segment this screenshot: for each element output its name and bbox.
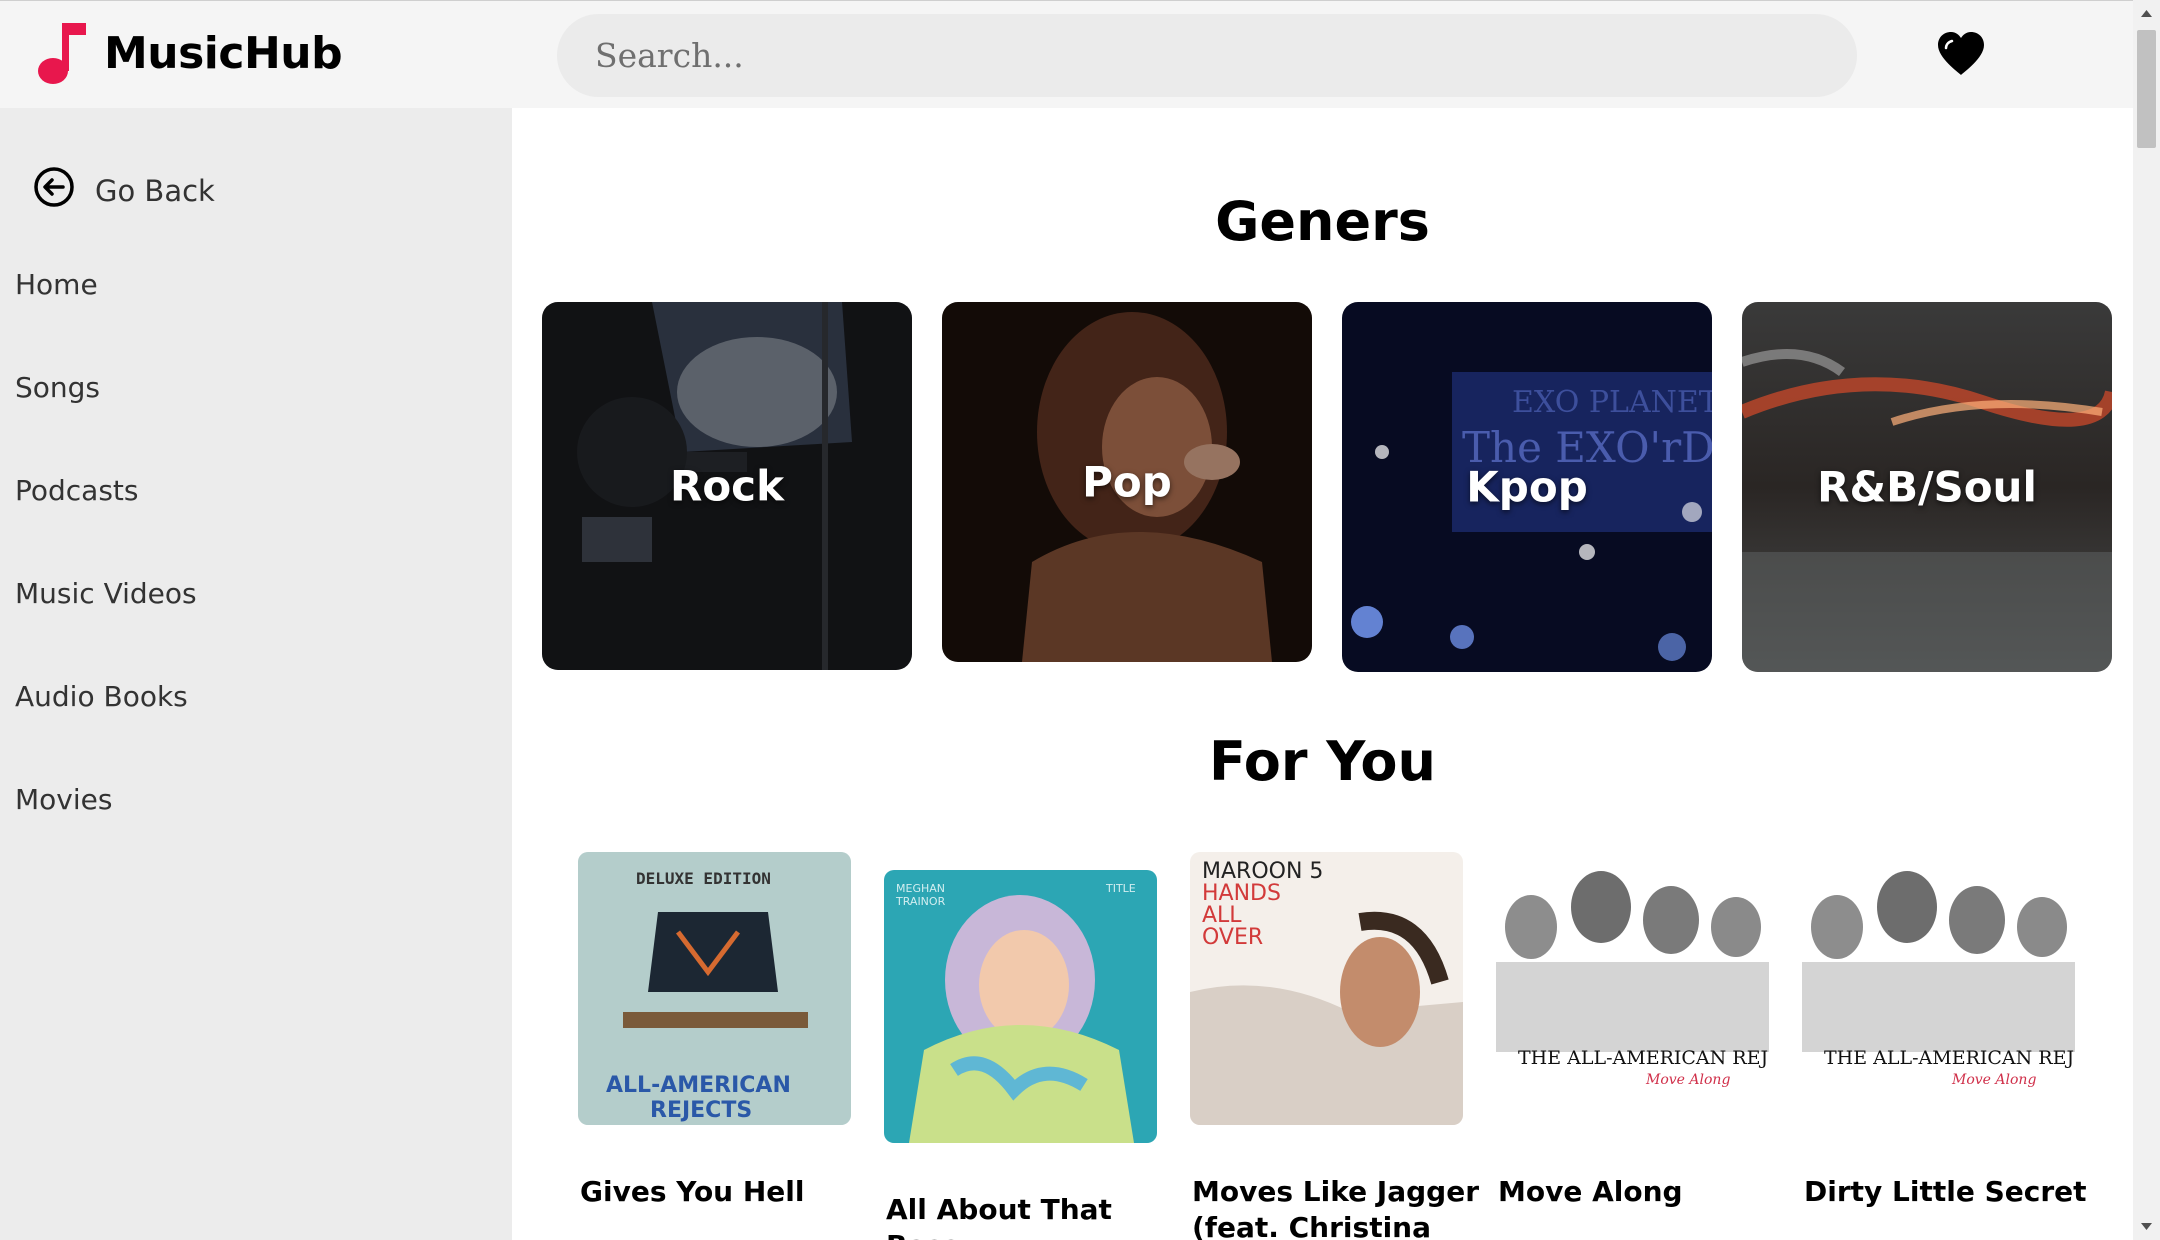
cover-artist-text: MEGHAN [896,882,945,895]
song-card[interactable]: DELUXE EDITION ALL-AMERICAN REJECTS Give… [578,852,853,1240]
album-cover: MEGHAN TRAINOR TITLE [884,870,1157,1143]
sidebar-item-movies[interactable]: Movies [15,783,112,816]
genre-card-kpop[interactable]: EXO PLANET The EXO'rDIUM Kpop [1342,302,1712,672]
go-back-button[interactable]: Go Back [33,166,215,208]
song-card[interactable]: MEGHAN TRAINOR TITLE All About That Bass [884,870,1159,1240]
scroll-down-arrow-icon[interactable] [2133,1213,2160,1240]
app-name: MusicHub [104,27,343,79]
go-back-label: Go Back [95,174,215,208]
search-input[interactable] [557,14,1857,97]
song-title: Move Along [1498,1175,1683,1208]
cover-album-text: TITLE [1105,882,1136,895]
genres-heading: Geners [1215,190,1430,253]
genre-card-rnb-soul[interactable]: R&B/Soul [1742,302,2112,672]
svg-text:EXO PLANET: EXO PLANET [1512,385,1712,420]
cover-band-text-2: REJECTS [650,1098,752,1123]
song-card[interactable]: THE ALL-AMERICAN REJECTS Move Along Dirt… [1802,852,2087,1240]
music-note-icon [38,23,86,84]
arrow-left-circle-icon [34,167,74,207]
app-logo[interactable]: MusicHub [34,19,343,87]
cover-title-text: Move Along [1645,1072,1730,1088]
sidebar-item-audio-books[interactable]: Audio Books [15,680,188,713]
cover-title-text: Move Along [1951,1072,2036,1088]
genre-card-pop[interactable]: Pop [942,302,1312,662]
top-bar: MusicHub [0,0,2133,108]
song-card[interactable]: MAROON 5 HANDS ALL OVER Moves Like Jagge… [1190,852,1479,1240]
cover-edition-text: DELUXE EDITION [636,869,771,888]
song-title: Dirty Little Secret [1804,1175,2087,1208]
song-title: Gives You Hell [580,1175,805,1208]
genre-label-kpop: Kpop [1466,462,1588,512]
cover-artist-text-2: TRAINOR [895,895,946,908]
album-cover: DELUXE EDITION ALL-AMERICAN REJECTS [578,852,851,1125]
for-you-heading: For You [1209,730,1436,793]
sidebar-item-podcasts[interactable]: Podcasts [15,474,139,507]
genre-card-rock[interactable]: Rock [542,302,912,670]
album-cover: MAROON 5 HANDS ALL OVER [1190,852,1463,1125]
album-cover: THE ALL-AMERICAN REJECTS Move Along [1802,852,2075,1125]
sidebar-item-songs[interactable]: Songs [15,371,100,404]
song-card[interactable]: THE ALL-AMERICAN REJECTS Move Along Move… [1496,852,1771,1240]
sidebar-item-home[interactable]: Home [15,268,98,301]
genre-label-rock: Rock [669,461,785,511]
scroll-up-arrow-icon[interactable] [2133,0,2160,27]
cover-band-text: THE ALL-AMERICAN REJECTS [1824,1047,2075,1069]
song-title: Moves Like Jagger (feat. Christina [1192,1175,1479,1240]
heart-icon[interactable] [1936,31,1986,77]
sidebar: Go Back Home Songs Podcasts Music Videos… [0,108,512,1240]
cover-title-text-3: OVER [1202,925,1263,950]
page-scrollbar[interactable] [2133,0,2160,1240]
genre-label-pop: Pop [1082,457,1172,507]
cover-band-text: ALL-AMERICAN [606,1073,791,1098]
main-content: Geners Rock Pop EXO PLANET The EXO'rD Kp… [512,108,2133,1240]
cover-band-text: THE ALL-AMERICAN REJECTS [1518,1047,1769,1069]
album-cover: THE ALL-AMERICAN REJECTS Move Along [1496,852,1769,1125]
song-title: All About That Bass [886,1193,1112,1240]
genre-label-rnb-soul: R&B/Soul [1817,462,2037,512]
scroll-thumb[interactable] [2137,30,2156,148]
sidebar-item-music-videos[interactable]: Music Videos [15,577,197,610]
